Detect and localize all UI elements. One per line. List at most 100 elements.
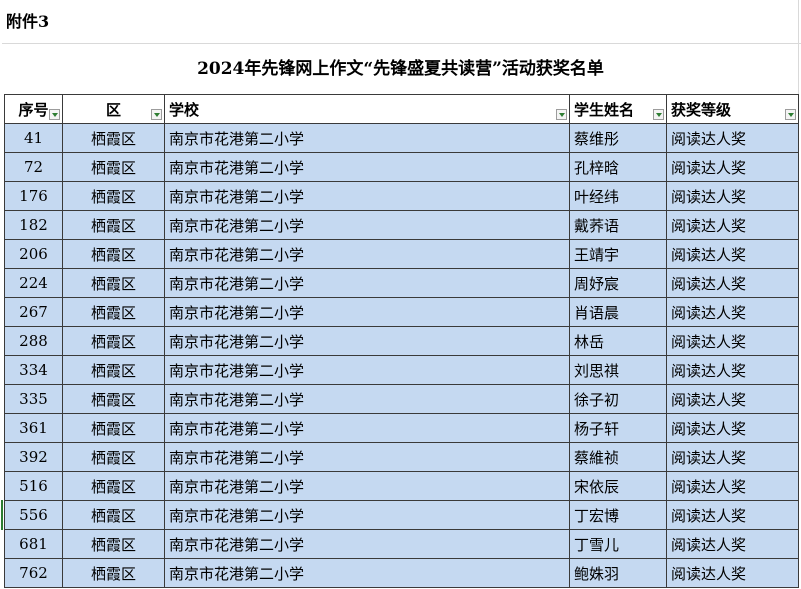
cell-no[interactable]: 516 xyxy=(4,471,63,501)
cell-district[interactable]: 栖霞区 xyxy=(62,297,165,327)
cell-school[interactable]: 南京市花港第二小学 xyxy=(164,558,570,588)
cell-district[interactable]: 栖霞区 xyxy=(62,123,165,153)
table-row: 762 栖霞区 南京市花港第二小学 鲍姝羽 阅读达人奖 xyxy=(4,558,799,588)
cell-student[interactable]: 丁雪儿 xyxy=(569,529,667,559)
cell-student[interactable]: 宋依辰 xyxy=(569,471,667,501)
cell-no[interactable]: 41 xyxy=(4,123,63,153)
filter-dropdown-icon[interactable] xyxy=(151,109,162,120)
cell-student[interactable]: 杨子轩 xyxy=(569,413,667,443)
header-school[interactable]: 学校 xyxy=(164,94,570,124)
cell-school[interactable]: 南京市花港第二小学 xyxy=(164,152,570,182)
cell-district[interactable]: 栖霞区 xyxy=(62,268,165,298)
table-row: 224 栖霞区 南京市花港第二小学 周妤宸 阅读达人奖 xyxy=(4,268,799,298)
cell-level[interactable]: 阅读达人奖 xyxy=(666,500,799,530)
cell-no[interactable]: 556 xyxy=(4,500,63,530)
table-row: 41 栖霞区 南京市花港第二小学 蔡维彤 阅读达人奖 xyxy=(4,123,799,153)
cell-level[interactable]: 阅读达人奖 xyxy=(666,239,799,269)
cell-level[interactable]: 阅读达人奖 xyxy=(666,529,799,559)
header-student[interactable]: 学生姓名 xyxy=(569,94,667,124)
cell-level[interactable]: 阅读达人奖 xyxy=(666,268,799,298)
cell-level[interactable]: 阅读达人奖 xyxy=(666,558,799,588)
cell-school[interactable]: 南京市花港第二小学 xyxy=(164,268,570,298)
cell-school[interactable]: 南京市花港第二小学 xyxy=(164,471,570,501)
cell-no[interactable]: 334 xyxy=(4,355,63,385)
filter-dropdown-icon[interactable] xyxy=(653,109,664,120)
cell-student[interactable]: 蔡維祯 xyxy=(569,442,667,472)
cell-no[interactable]: 267 xyxy=(4,297,63,327)
header-no[interactable]: 序号 xyxy=(4,94,63,124)
cell-no[interactable]: 176 xyxy=(4,181,63,211)
cell-school[interactable]: 南京市花港第二小学 xyxy=(164,442,570,472)
table-row: 335 栖霞区 南京市花港第二小学 徐子初 阅读达人奖 xyxy=(4,384,799,414)
header-district[interactable]: 区 xyxy=(62,94,165,124)
table-row: 516 栖霞区 南京市花港第二小学 宋依辰 阅读达人奖 xyxy=(4,471,799,501)
cell-school[interactable]: 南京市花港第二小学 xyxy=(164,326,570,356)
cell-district[interactable]: 栖霞区 xyxy=(62,413,165,443)
cell-no[interactable]: 206 xyxy=(4,239,63,269)
cell-student[interactable]: 戴荞语 xyxy=(569,210,667,240)
cell-student[interactable]: 丁宏博 xyxy=(569,500,667,530)
cell-no[interactable]: 361 xyxy=(4,413,63,443)
cell-student[interactable]: 刘思祺 xyxy=(569,355,667,385)
cell-no[interactable]: 288 xyxy=(4,326,63,356)
cell-school[interactable]: 南京市花港第二小学 xyxy=(164,297,570,327)
cell-district[interactable]: 栖霞区 xyxy=(62,529,165,559)
cell-district[interactable]: 栖霞区 xyxy=(62,442,165,472)
cell-school[interactable]: 南京市花港第二小学 xyxy=(164,181,570,211)
cell-district[interactable]: 栖霞区 xyxy=(62,152,165,182)
cell-student[interactable]: 徐子初 xyxy=(569,384,667,414)
filter-dropdown-icon[interactable] xyxy=(49,109,60,120)
header-row: 序号 区 学校 学生姓名 获奖等级 xyxy=(4,94,799,124)
cell-no[interactable]: 681 xyxy=(4,529,63,559)
cell-level[interactable]: 阅读达人奖 xyxy=(666,355,799,385)
cell-district[interactable]: 栖霞区 xyxy=(62,326,165,356)
cell-student[interactable]: 周妤宸 xyxy=(569,268,667,298)
cell-school[interactable]: 南京市花港第二小学 xyxy=(164,123,570,153)
filter-dropdown-icon[interactable] xyxy=(785,109,796,120)
cell-level[interactable]: 阅读达人奖 xyxy=(666,181,799,211)
cell-no[interactable]: 392 xyxy=(4,442,63,472)
cell-student[interactable]: 孔梓晗 xyxy=(569,152,667,182)
cell-student[interactable]: 肖语晨 xyxy=(569,297,667,327)
cell-level[interactable]: 阅读达人奖 xyxy=(666,123,799,153)
header-level[interactable]: 获奖等级 xyxy=(666,94,799,124)
cell-no[interactable]: 335 xyxy=(4,384,63,414)
cell-student[interactable]: 鲍姝羽 xyxy=(569,558,667,588)
cell-no[interactable]: 72 xyxy=(4,152,63,182)
filter-dropdown-icon[interactable] xyxy=(556,109,567,120)
cell-level[interactable]: 阅读达人奖 xyxy=(666,326,799,356)
cell-district[interactable]: 栖霞区 xyxy=(62,500,165,530)
cell-district[interactable]: 栖霞区 xyxy=(62,471,165,501)
cell-district[interactable]: 栖霞区 xyxy=(62,384,165,414)
cell-student[interactable]: 林岳 xyxy=(569,326,667,356)
cell-student[interactable]: 叶经纬 xyxy=(569,181,667,211)
cell-school[interactable]: 南京市花港第二小学 xyxy=(164,210,570,240)
cell-level[interactable]: 阅读达人奖 xyxy=(666,442,799,472)
cell-level[interactable]: 阅读达人奖 xyxy=(666,210,799,240)
cell-school[interactable]: 南京市花港第二小学 xyxy=(164,500,570,530)
annex-label: 附件3 xyxy=(2,0,801,44)
cell-student[interactable]: 蔡维彤 xyxy=(569,123,667,153)
cell-district[interactable]: 栖霞区 xyxy=(62,355,165,385)
cell-school[interactable]: 南京市花港第二小学 xyxy=(164,355,570,385)
cell-level[interactable]: 阅读达人奖 xyxy=(666,152,799,182)
cell-school[interactable]: 南京市花港第二小学 xyxy=(164,413,570,443)
cell-district[interactable]: 栖霞区 xyxy=(62,181,165,211)
cell-no[interactable]: 224 xyxy=(4,268,63,298)
sheet-title[interactable]: 2024年先锋网上作文“先锋盛夏共读营”活动获奖名单 xyxy=(2,44,799,94)
cell-school[interactable]: 南京市花港第二小学 xyxy=(164,384,570,414)
cell-district[interactable]: 栖霞区 xyxy=(62,558,165,588)
cell-level[interactable]: 阅读达人奖 xyxy=(666,297,799,327)
cell-level[interactable]: 阅读达人奖 xyxy=(666,384,799,414)
cell-level[interactable]: 阅读达人奖 xyxy=(666,413,799,443)
cell-no[interactable]: 762 xyxy=(4,558,63,588)
cell-level[interactable]: 阅读达人奖 xyxy=(666,471,799,501)
cell-district[interactable]: 栖霞区 xyxy=(62,239,165,269)
cell-school[interactable]: 南京市花港第二小学 xyxy=(164,239,570,269)
cell-district[interactable]: 栖霞区 xyxy=(62,210,165,240)
cell-school[interactable]: 南京市花港第二小学 xyxy=(164,529,570,559)
cell-student[interactable]: 王靖宇 xyxy=(569,239,667,269)
table-row: 206 栖霞区 南京市花港第二小学 王靖宇 阅读达人奖 xyxy=(4,239,799,269)
header-student-label: 学生姓名 xyxy=(574,100,635,119)
cell-no[interactable]: 182 xyxy=(4,210,63,240)
